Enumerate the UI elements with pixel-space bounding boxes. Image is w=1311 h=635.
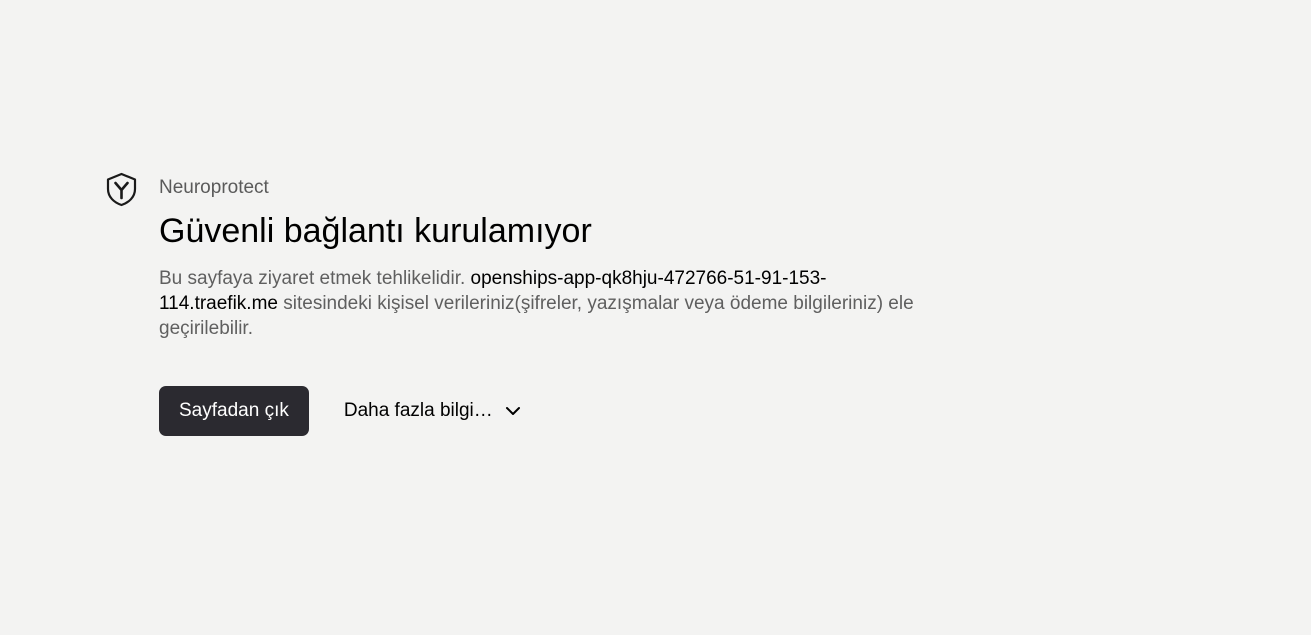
more-info-label: Daha fazla bilgi…	[343, 400, 493, 421]
page-title: Güvenli bağlantı kurulamıyor	[159, 212, 592, 250]
warning-description: Bu sayfaya ziyaret etmek tehlikelidir. o…	[159, 266, 939, 341]
description-prefix: Bu sayfaya ziyaret etmek tehlikelidir.	[159, 268, 471, 289]
action-bar: Sayfadan çık Daha fazla bilgi…	[159, 386, 521, 436]
more-info-button[interactable]: Daha fazla bilgi…	[344, 386, 521, 436]
leave-page-button[interactable]: Sayfadan çık	[159, 386, 309, 436]
shield-icon	[106, 172, 137, 207]
chevron-down-icon	[505, 407, 520, 415]
leave-page-label: Sayfadan çık	[179, 400, 289, 421]
warning-page: Neuroprotect Güvenli bağlantı kurulamıyo…	[0, 0, 1311, 635]
brand-name: Neuroprotect	[159, 177, 269, 198]
